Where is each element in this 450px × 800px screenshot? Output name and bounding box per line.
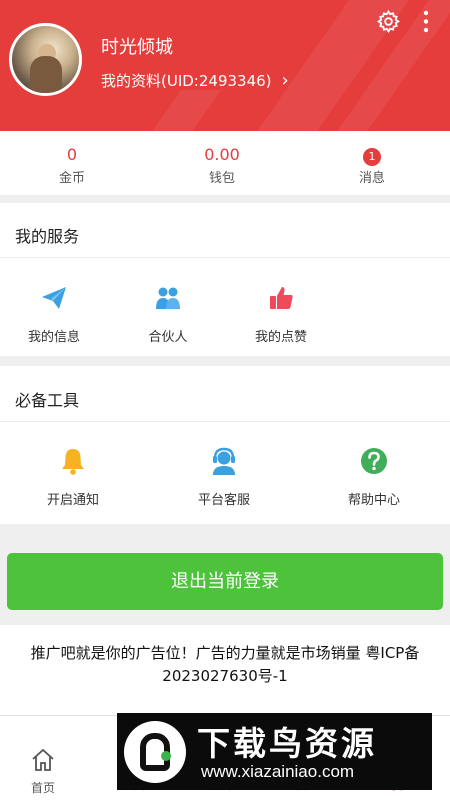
services-section: 我的服务 我的信息 合伙人 我的点赞 bbox=[0, 203, 450, 356]
service-partners[interactable]: 合伙人 bbox=[113, 283, 223, 345]
username: 时光倾城 bbox=[101, 37, 173, 58]
customer-service-icon bbox=[213, 447, 235, 475]
services-title: 我的服务 bbox=[15, 227, 80, 246]
avatar[interactable] bbox=[9, 23, 82, 96]
logout-button[interactable]: 退出当前登录 bbox=[7, 553, 443, 610]
partners-icon bbox=[156, 287, 180, 309]
paper-plane-icon bbox=[42, 287, 66, 309]
messages-badge: 1 bbox=[363, 148, 381, 166]
more-options-icon[interactable] bbox=[416, 9, 436, 34]
site-watermark: 下载鸟资源 www.xiazainiao.com bbox=[117, 713, 432, 790]
gear-icon[interactable] bbox=[376, 9, 401, 34]
tool-notifications-label: 开启通知 bbox=[46, 493, 99, 508]
tools-section: 必备工具 开启通知 平台客服 帮助中心 bbox=[0, 366, 450, 524]
profile-link-label: 我的资料(UID:2493346) bbox=[101, 72, 272, 90]
help-icon bbox=[361, 448, 387, 474]
stats-row: 0 金币 0.00 钱包 1 消息 bbox=[0, 131, 450, 195]
watermark-logo-icon bbox=[124, 721, 186, 783]
wallet-stat[interactable]: 0.00 钱包 bbox=[172, 145, 272, 186]
profile-header: 时光倾城 我的资料(UID:2493346) › bbox=[0, 0, 450, 131]
tool-customer-service[interactable]: 平台客服 bbox=[169, 446, 279, 508]
wallet-value: 0.00 bbox=[204, 145, 240, 164]
coins-value: 0 bbox=[66, 145, 78, 164]
thumbs-up-icon bbox=[270, 287, 293, 309]
ad-banner: 推广吧就是你的广告位！广告的力量就是市场销量 粤ICP备2023027630号-… bbox=[0, 625, 450, 715]
ad-text: 推广吧就是你的广告位！广告的力量就是市场销量 粤ICP备2023027630号-… bbox=[30, 644, 420, 685]
tool-help-center[interactable]: 帮助中心 bbox=[319, 446, 429, 508]
tool-help-center-label: 帮助中心 bbox=[347, 493, 400, 508]
tool-notifications[interactable]: 开启通知 bbox=[18, 446, 128, 508]
messages-stat[interactable]: 1 消息 bbox=[322, 145, 422, 186]
watermark-url: www.xiazainiao.com bbox=[201, 762, 355, 781]
service-my-info[interactable]: 我的信息 bbox=[0, 283, 109, 345]
service-partners-label: 合伙人 bbox=[148, 330, 188, 345]
service-my-info-label: 我的信息 bbox=[27, 330, 80, 345]
messages-label: 消息 bbox=[358, 171, 385, 186]
tool-customer-service-label: 平台客服 bbox=[197, 493, 250, 508]
wallet-label: 钱包 bbox=[208, 171, 235, 186]
tools-title: 必备工具 bbox=[15, 391, 80, 410]
watermark-title: 下载鸟资源 bbox=[197, 724, 377, 763]
coins-label: 金币 bbox=[58, 171, 85, 186]
bell-icon bbox=[62, 449, 84, 475]
coins-stat[interactable]: 0 金币 bbox=[22, 145, 122, 186]
chevron-right-icon: › bbox=[281, 70, 289, 91]
profile-link[interactable]: 我的资料(UID:2493346) › bbox=[101, 70, 289, 91]
tab-home[interactable]: 首页 bbox=[0, 746, 88, 796]
service-my-likes[interactable]: 我的点赞 bbox=[226, 283, 336, 345]
tab-home-label: 首页 bbox=[30, 781, 55, 795]
home-icon bbox=[32, 748, 54, 771]
service-my-likes-label: 我的点赞 bbox=[254, 330, 307, 345]
